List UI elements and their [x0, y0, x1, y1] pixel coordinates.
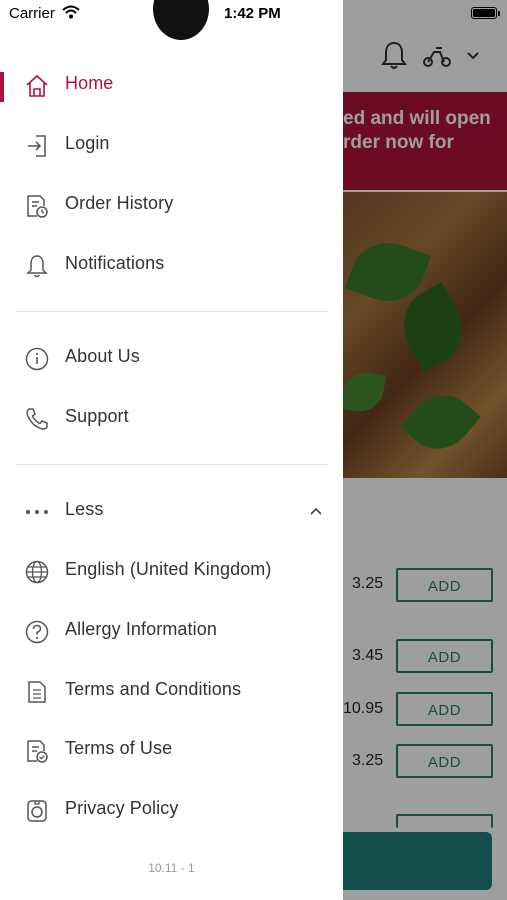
menu-label: Privacy Policy [65, 798, 179, 818]
menu-label: Terms of Use [65, 738, 173, 758]
app-version: 10.11 - 1 [148, 861, 195, 875]
menu-item-support[interactable]: Support [0, 390, 343, 446]
menu-item-about-us[interactable]: About Us [0, 330, 343, 386]
globe-icon [24, 559, 50, 585]
document-icon [24, 679, 50, 705]
phone-icon [24, 406, 50, 432]
status-bar: Carrier 1:42 PM [0, 0, 507, 28]
menu-label: Terms and Conditions [65, 679, 242, 699]
menu-item-language[interactable]: English (United Kingdom) [0, 543, 343, 599]
privacy-icon [24, 798, 50, 824]
more-dots-icon [24, 499, 50, 525]
menu-item-notifications[interactable]: Notifications [0, 237, 343, 293]
login-icon [24, 133, 50, 159]
chevron-up-icon [308, 503, 324, 519]
active-indicator [0, 72, 4, 102]
menu-item-login[interactable]: Login [0, 117, 343, 173]
home-icon [24, 73, 50, 99]
menu-label: About Us [65, 346, 140, 366]
info-icon [24, 346, 50, 372]
menu-label: Allergy Information [65, 619, 217, 639]
menu-label: Support [65, 406, 129, 426]
menu-label: Notifications [65, 253, 165, 273]
menu-item-terms-and-conditions[interactable]: Terms and Conditions [0, 663, 343, 719]
menu-item-order-history[interactable]: Order History [0, 177, 343, 233]
document-check-icon [24, 738, 50, 764]
menu-label: Less [65, 499, 104, 519]
battery-icon [471, 7, 497, 19]
clock: 1:42 PM [224, 5, 281, 22]
carrier-label: Carrier [9, 5, 55, 22]
menu-label: Home [65, 73, 114, 93]
menu-label: English (United Kingdom) [65, 559, 272, 579]
menu-item-less-toggle[interactable]: Less [0, 483, 343, 539]
side-drawer: Home Login Order History Notifications A… [0, 0, 343, 900]
menu-item-privacy-policy[interactable]: Privacy Policy [0, 782, 343, 838]
menu-label: Order History [65, 193, 174, 213]
bell-icon [24, 253, 50, 279]
menu-divider [16, 464, 328, 465]
wifi-icon [62, 5, 80, 19]
order-history-icon [24, 193, 50, 219]
menu-divider [16, 311, 328, 312]
menu-item-terms-of-use[interactable]: Terms of Use [0, 722, 343, 778]
question-icon [24, 619, 50, 645]
menu-item-allergy-information[interactable]: Allergy Information [0, 603, 343, 659]
menu-item-home[interactable]: Home [0, 57, 343, 113]
menu-label: Login [65, 133, 110, 153]
